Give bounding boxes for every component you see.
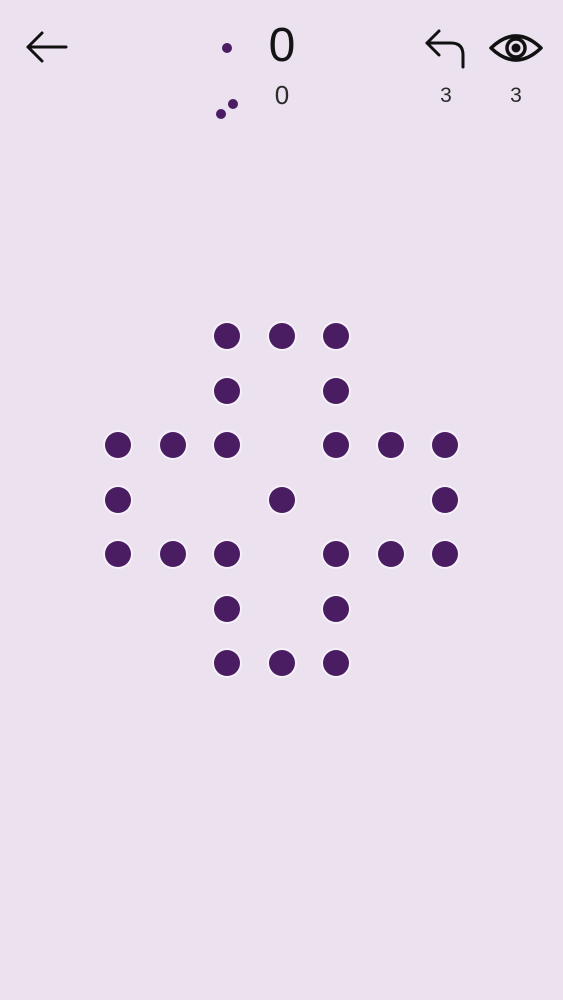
peg[interactable] (323, 595, 349, 622)
peg[interactable] (323, 541, 349, 567)
peg[interactable] (214, 377, 240, 404)
peg[interactable] (323, 377, 349, 404)
peg[interactable] (432, 486, 458, 513)
peg-board (0, 0, 563, 1000)
peg[interactable] (214, 650, 240, 676)
peg[interactable] (268, 486, 295, 513)
peg[interactable] (377, 432, 404, 458)
peg[interactable] (214, 323, 240, 349)
peg[interactable] (214, 432, 240, 458)
peg[interactable] (214, 595, 240, 622)
peg[interactable] (432, 541, 458, 567)
peg[interactable] (105, 541, 131, 567)
peg[interactable] (268, 650, 295, 676)
peg[interactable] (105, 432, 131, 458)
peg[interactable] (323, 650, 349, 676)
peg[interactable] (432, 432, 458, 458)
peg[interactable] (323, 432, 349, 458)
peg[interactable] (159, 541, 186, 567)
peg[interactable] (323, 323, 349, 349)
peg[interactable] (105, 486, 131, 513)
peg[interactable] (214, 541, 240, 567)
peg[interactable] (377, 541, 404, 567)
peg[interactable] (159, 432, 186, 458)
peg[interactable] (268, 323, 295, 349)
